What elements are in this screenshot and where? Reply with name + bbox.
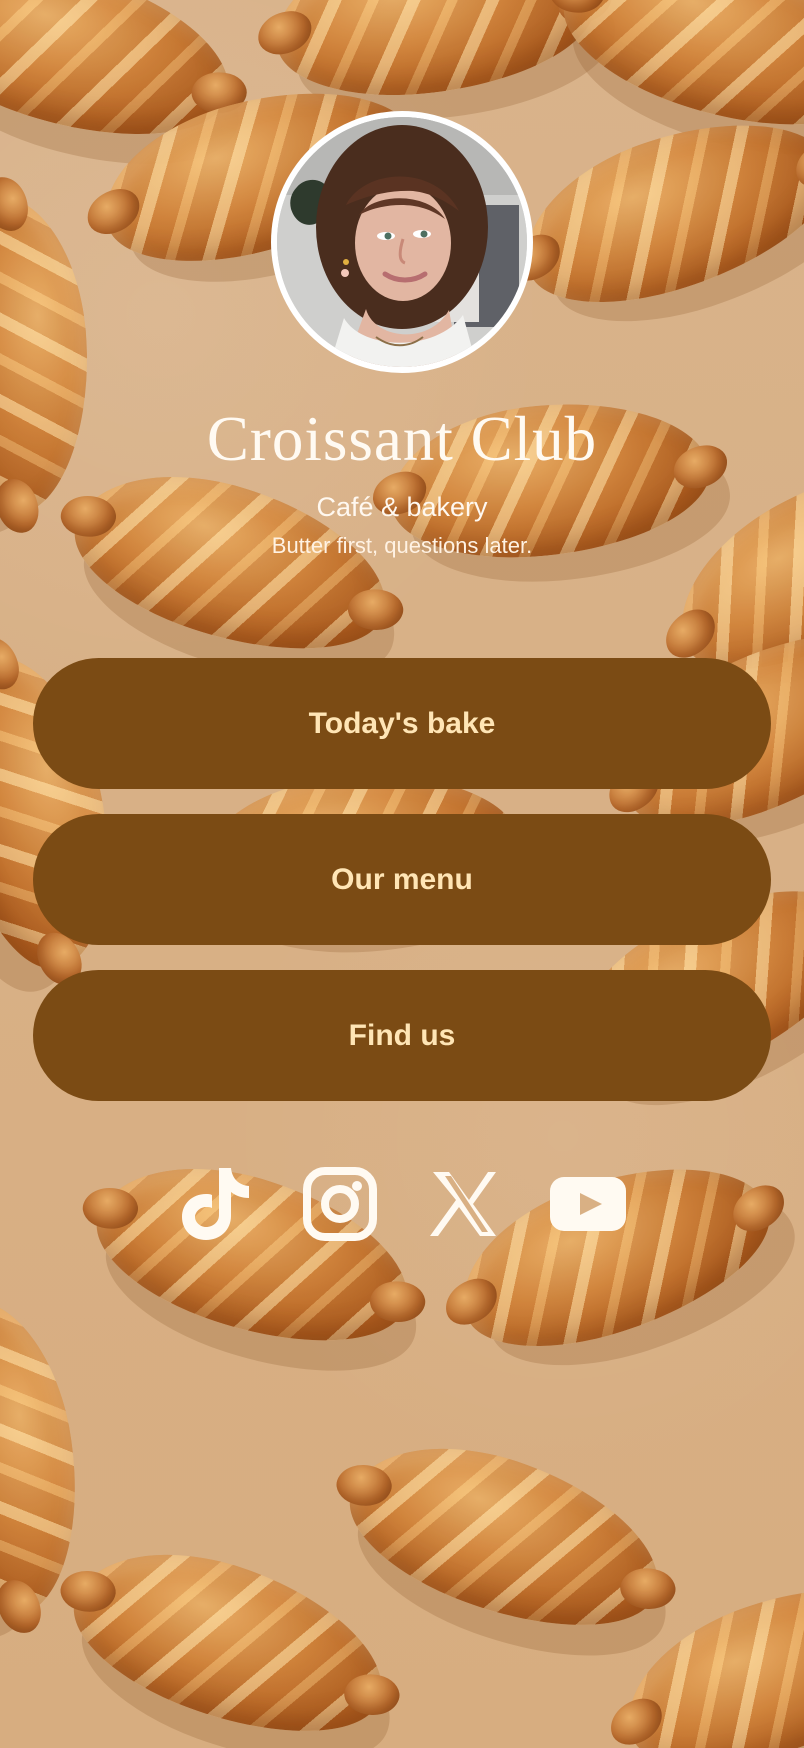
croissant-image: [268, 0, 602, 109]
avatar: [277, 117, 527, 367]
our-menu-button-label: Our menu: [331, 862, 473, 896]
find-us-button[interactable]: Find us: [33, 970, 771, 1101]
croissant-image: [502, 90, 804, 332]
todays-bake-button[interactable]: Today's bake: [33, 658, 771, 789]
page-subtitle: Café & bakery: [316, 492, 488, 522]
our-menu-button[interactable]: Our menu: [33, 814, 771, 945]
page-title: Croissant Club: [206, 404, 598, 474]
croissant-image: [53, 1517, 407, 1748]
x-icon[interactable]: [423, 1164, 503, 1244]
croissant-image: [329, 1411, 683, 1663]
instagram-icon[interactable]: [300, 1164, 380, 1244]
profile-avatar-frame: [271, 111, 533, 373]
tiktok-icon[interactable]: [176, 1164, 256, 1244]
social-links: [0, 1164, 804, 1244]
croissant-image: [56, 442, 408, 684]
youtube-icon[interactable]: [548, 1164, 628, 1244]
find-us-button-label: Find us: [348, 1018, 456, 1052]
avatar-illustration: [277, 117, 527, 367]
tagline: Butter first, questions later.: [271, 533, 533, 558]
todays-bake-button-label: Today's bake: [308, 706, 496, 740]
